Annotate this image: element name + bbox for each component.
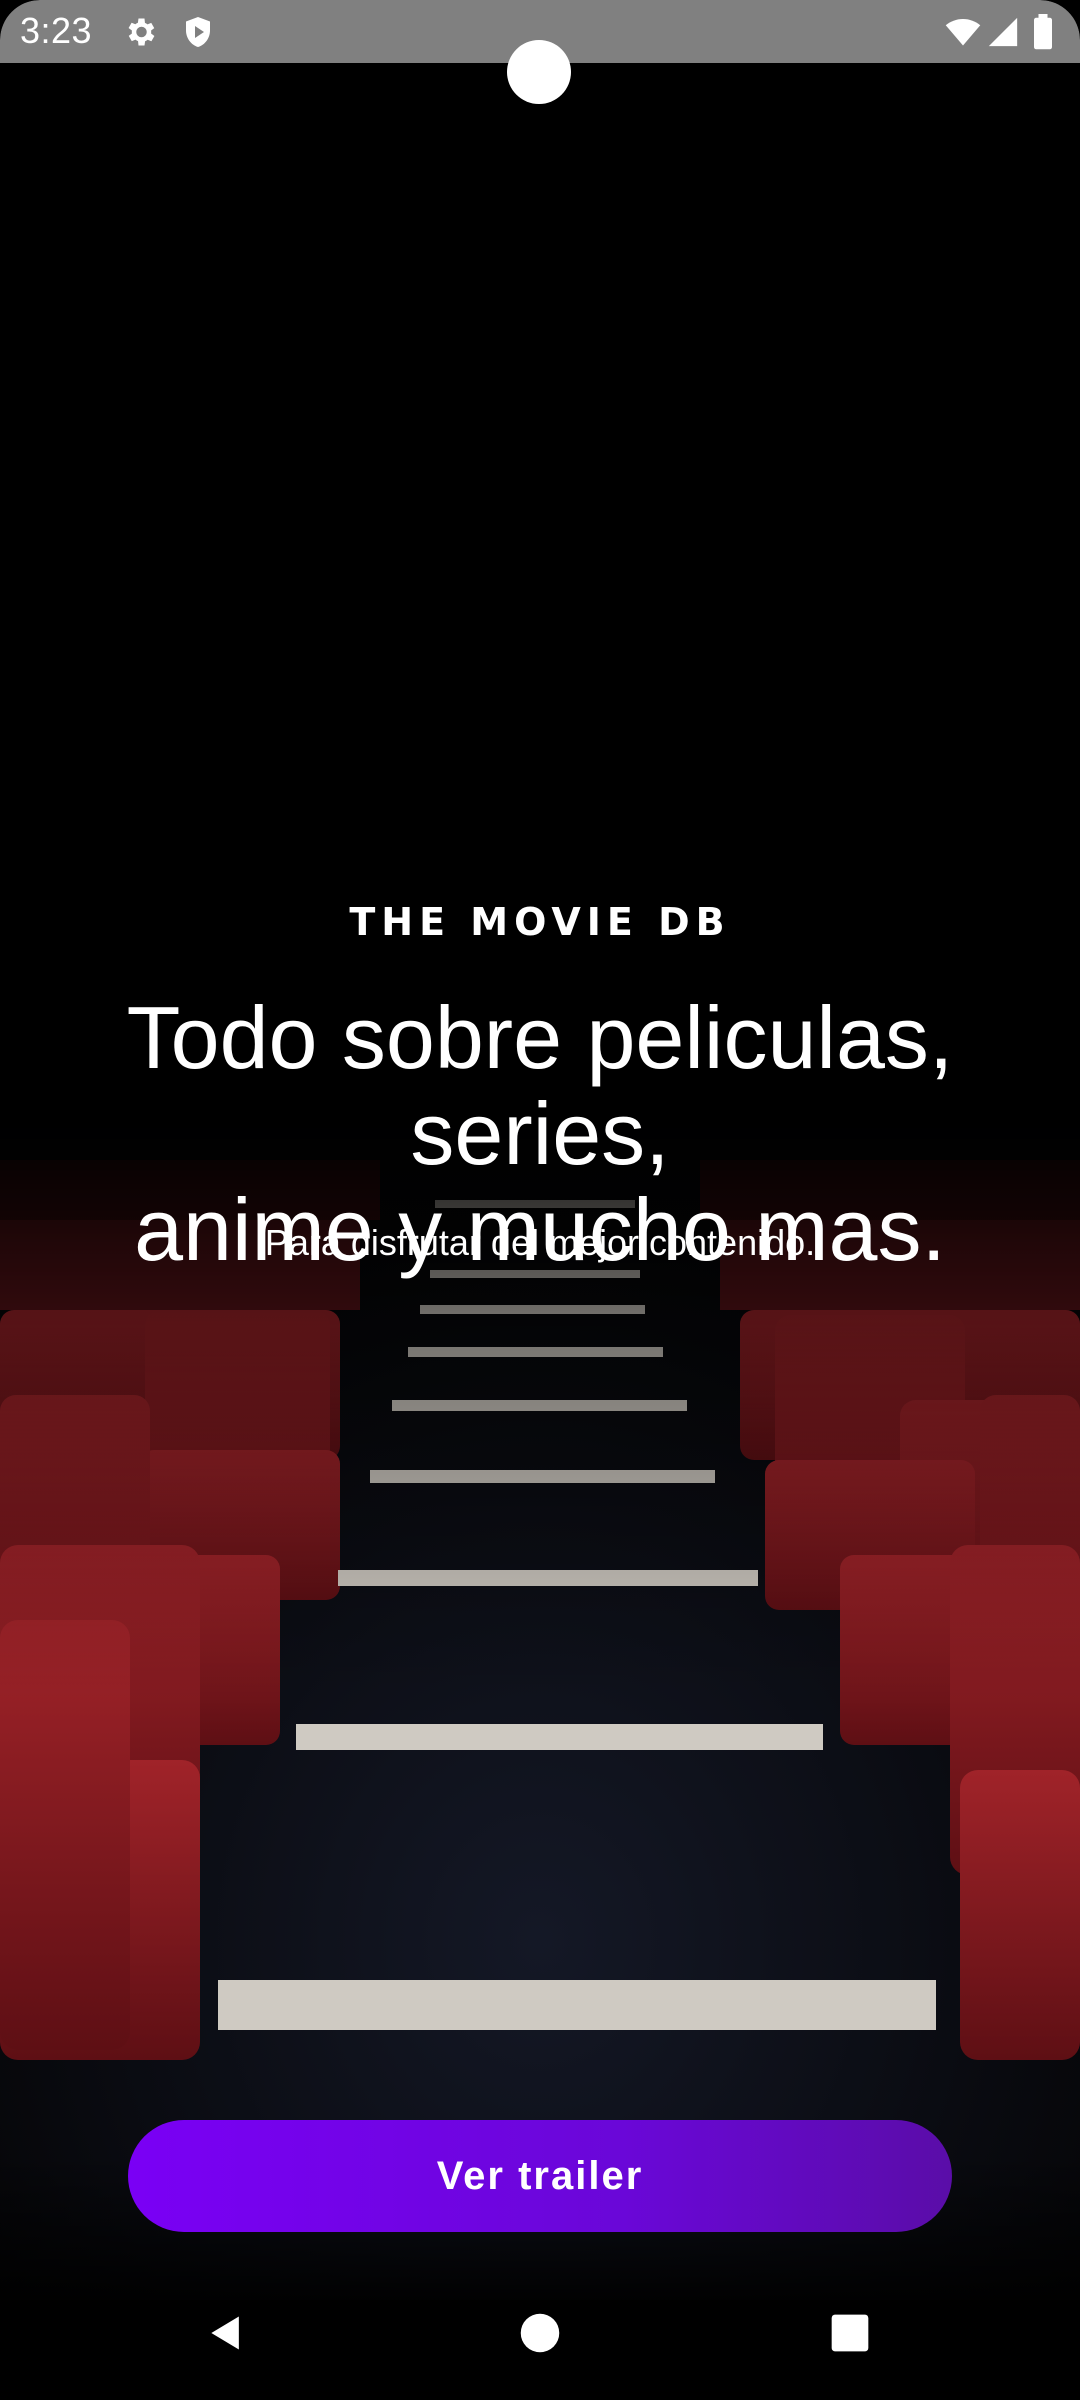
back-button[interactable] <box>186 2300 266 2370</box>
recents-button[interactable] <box>810 2300 890 2370</box>
wifi-icon <box>944 14 981 50</box>
shield-icon <box>180 14 216 50</box>
back-icon <box>204 2311 248 2360</box>
gear-icon <box>122 14 158 50</box>
subtitle: Para disfrutar del mejor contenido. <box>264 1222 816 1263</box>
brand-logo: THE MOVIE DB <box>349 900 731 944</box>
signal-icon <box>986 14 1022 50</box>
home-button[interactable] <box>500 2300 580 2370</box>
camera-cutout <box>507 40 571 104</box>
recents-icon <box>830 2313 870 2358</box>
screen: 3:23 THE MOVIE DB Todo sobre peliculas, … <box>0 0 1080 2400</box>
status-time: 3:23 <box>20 10 93 51</box>
home-icon <box>519 2312 561 2359</box>
battery-icon <box>1030 14 1066 50</box>
headline-line-1: Todo sobre peliculas, series, <box>126 988 954 1183</box>
watch-trailer-button[interactable]: Ver trailer <box>128 2120 952 2232</box>
